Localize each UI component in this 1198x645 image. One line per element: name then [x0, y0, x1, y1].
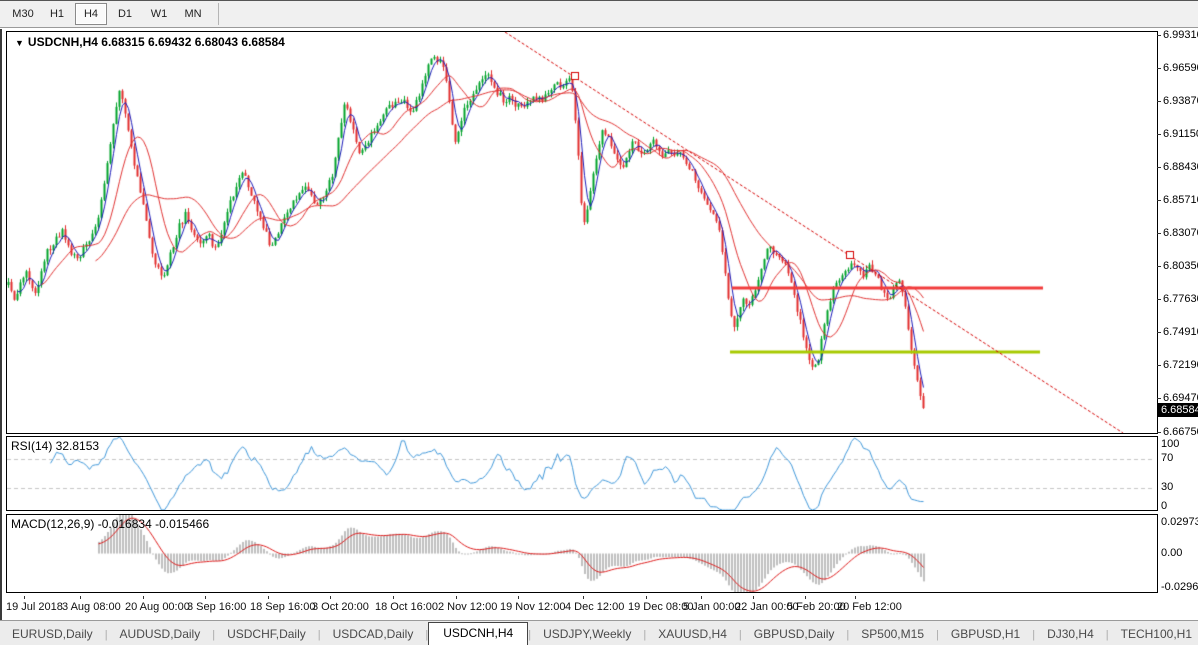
rsi-axis-label: 0 — [1161, 500, 1167, 512]
time-axis-label: 20 Feb 12:00 — [837, 601, 902, 613]
symbol-tab-gbpusd[interactable]: GBPUSD,Daily — [742, 624, 847, 645]
timeframe-d1[interactable]: D1 — [109, 3, 141, 25]
toolbar-separator — [218, 3, 219, 25]
time-axis-label: 3 Aug 08:00 — [62, 601, 121, 613]
price-axis-label: 6.85710 — [1163, 194, 1198, 206]
chart-symbol-label: USDCNH,H4 — [28, 35, 98, 49]
rsi-axis-label: 100 — [1161, 438, 1179, 450]
price-axis-label: 6.99310 — [1163, 29, 1198, 41]
chart-dropdown-icon: ▼ — [15, 38, 24, 48]
time-axis-tick — [805, 596, 806, 599]
price-axis-label: 6.96590 — [1163, 62, 1198, 74]
timeframe-w1[interactable]: W1 — [143, 3, 175, 25]
time-axis-tick — [518, 596, 519, 599]
time-axis-tick — [753, 596, 754, 599]
macd-label: MACD(12,26,9) -0.016834 -0.015466 — [11, 517, 209, 531]
timeframe-mn[interactable]: MN — [177, 3, 209, 25]
chart-title: ▼ USDCNH,H4 6.68315 6.69432 6.68043 6.685… — [15, 35, 285, 49]
time-axis-tick — [268, 596, 269, 599]
timeframe-toolbar: M30H1H4D1W1MN — [0, 1, 1198, 28]
rsi-axis-label: 30 — [1161, 481, 1173, 493]
chart-ohlc-values: 6.68315 6.69432 6.68043 6.68584 — [101, 35, 285, 49]
price-axis-label: 6.83070 — [1163, 227, 1198, 239]
time-axis-label: 19 Nov 12:00 — [500, 601, 565, 613]
window-left-border — [0, 29, 2, 644]
price-axis-label: 6.91150 — [1163, 128, 1198, 140]
time-axis-tick — [330, 596, 331, 599]
symbol-tab-gbpusd[interactable]: GBPUSD,H1 — [939, 624, 1032, 645]
time-axis-label: 20 Aug 00:00 — [125, 601, 190, 613]
symbol-tab-eurusd[interactable]: EURUSD,Daily — [0, 624, 105, 645]
symbol-tab-xauusd[interactable]: XAUUSD,H4 — [646, 624, 739, 645]
symbol-tab-audusd[interactable]: AUDUSD,Daily — [108, 624, 213, 645]
symbol-tab-sp500[interactable]: SP500,M15 — [849, 624, 936, 645]
time-axis-tick — [583, 596, 584, 599]
symbol-tab-dj30[interactable]: DJ30,H4 — [1035, 624, 1106, 645]
time-axis-tick — [456, 596, 457, 599]
time-axis-tick — [205, 596, 206, 599]
candlestick-canvas[interactable] — [7, 32, 1155, 433]
time-axis-tick — [80, 596, 81, 599]
macd-axis-label: 0.00 — [1161, 547, 1182, 559]
time-axis-label: 18 Sep 16:00 — [250, 601, 315, 613]
rsi-axis-label: 70 — [1161, 452, 1173, 464]
time-axis-tick — [855, 596, 856, 599]
price-axis-label: 6.72190 — [1163, 359, 1198, 371]
macd-axis-label: 0.029737 — [1161, 516, 1198, 528]
rsi-indicator-pane[interactable]: RSI(14) 32.8153 — [6, 436, 1158, 511]
symbol-tab-usdcnh[interactable]: USDCNH,H4 — [428, 622, 528, 645]
time-axis-tick — [646, 596, 647, 599]
time-axis-tick — [393, 596, 394, 599]
symbol-tab-usdchf[interactable]: USDCHF,Daily — [215, 624, 318, 645]
time-axis-label: 3 Sep 16:00 — [187, 601, 246, 613]
timeframe-h4[interactable]: H4 — [75, 3, 107, 25]
time-axis-tick — [24, 596, 25, 599]
time-axis-tick — [701, 596, 702, 599]
time-axis-label: 4 Dec 12:00 — [565, 601, 624, 613]
time-axis-label: 2 Nov 12:00 — [438, 601, 497, 613]
symbol-tab-usdcad[interactable]: USDCAD,Daily — [321, 624, 426, 645]
price-axis-label: 6.66750 — [1163, 426, 1198, 438]
symbol-tab-bar: EURUSD,Daily|AUDUSD,Daily|USDCHF,Daily|U… — [0, 620, 1198, 645]
price-axis-label: 6.74910 — [1163, 326, 1198, 338]
symbol-tab-tech100[interactable]: TECH100,H1 — [1109, 624, 1198, 645]
time-axis-tick — [143, 596, 144, 599]
rsi-label: RSI(14) 32.8153 — [11, 439, 99, 453]
timeframe-h1[interactable]: H1 — [41, 3, 73, 25]
main-chart-pane[interactable]: ▼ USDCNH,H4 6.68315 6.69432 6.68043 6.685… — [6, 31, 1158, 434]
time-axis-label: 19 Jul 2018 — [6, 601, 63, 613]
macd-indicator-pane[interactable]: MACD(12,26,9) -0.016834 -0.015466 — [6, 514, 1158, 593]
macd-axis-label: -0.029678 — [1161, 581, 1198, 593]
time-axis-label: 3 Oct 20:00 — [312, 601, 369, 613]
price-axis-label: 6.88430 — [1163, 161, 1198, 173]
rsi-canvas[interactable] — [7, 437, 1155, 510]
time-axis-label: 18 Oct 16:00 — [375, 601, 438, 613]
timeframe-m30[interactable]: M30 — [7, 3, 39, 25]
price-axis-label: 6.77630 — [1163, 293, 1198, 305]
price-axis-label: 6.80350 — [1163, 260, 1198, 272]
time-axis[interactable]: 19 Jul 20183 Aug 08:00 20 Aug 00:003 Sep … — [6, 596, 1176, 618]
current-price-badge: 6.68584 — [1158, 403, 1198, 417]
symbol-tab-usdjpy[interactable]: USDJPY,Weekly — [531, 624, 643, 645]
time-axis-label: 5 Jan 00:00 — [683, 601, 741, 613]
price-axis-label: 6.93870 — [1163, 95, 1198, 107]
